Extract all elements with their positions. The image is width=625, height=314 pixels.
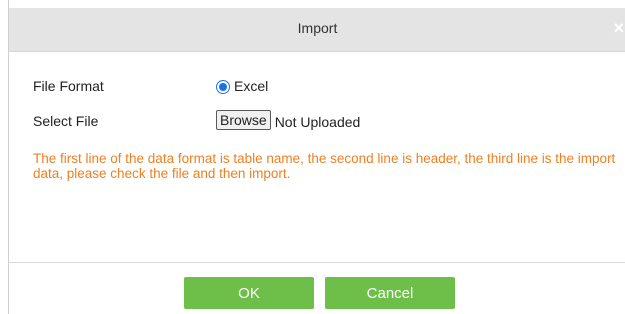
file-format-option-label: Excel: [234, 78, 269, 94]
dialog-title: Import: [297, 20, 338, 36]
select-file-control: Browse Not Uploaded: [216, 110, 361, 130]
dialog-titlebar: Import ×: [9, 8, 625, 52]
browse-button[interactable]: Browse: [216, 110, 271, 130]
import-dialog: Import × File Format Excel Select File B…: [8, 0, 625, 314]
file-format-option[interactable]: Excel: [216, 78, 268, 94]
upload-status: Not Uploaded: [274, 113, 361, 130]
close-icon[interactable]: ×: [613, 18, 624, 38]
radio-selected-icon[interactable]: [216, 79, 230, 94]
import-format-note: The first line of the data format is tab…: [33, 151, 616, 181]
file-format-label: File Format: [33, 78, 104, 94]
cancel-button[interactable]: Cancel: [325, 277, 455, 309]
select-file-label: Select File: [33, 113, 99, 129]
ok-button[interactable]: OK: [184, 277, 314, 309]
footer-divider: [9, 262, 625, 263]
